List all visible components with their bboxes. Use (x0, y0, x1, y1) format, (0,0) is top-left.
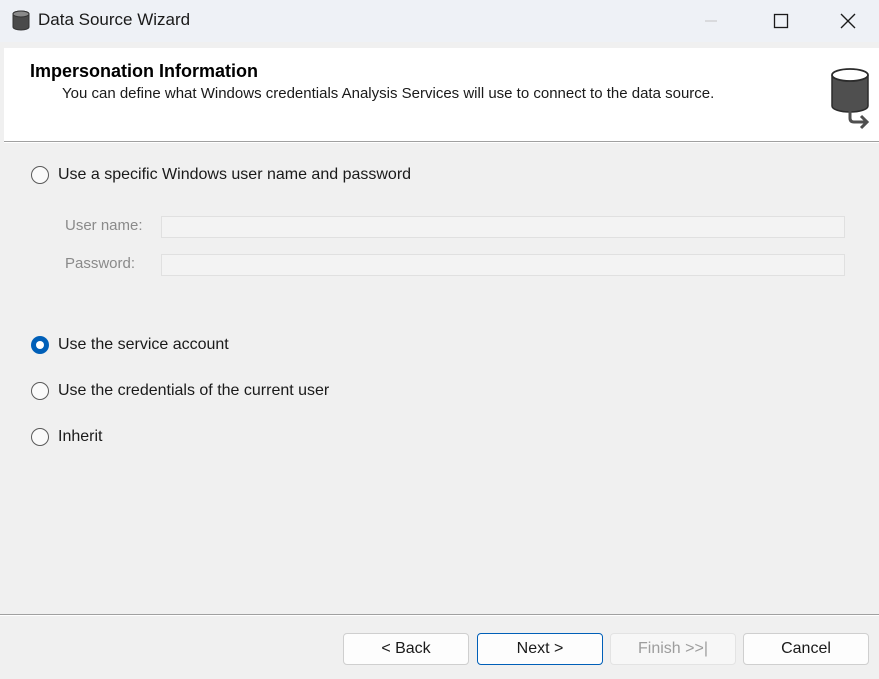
title-bar: Data Source Wizard (0, 0, 879, 42)
radio-service-account[interactable]: Use the service account (31, 334, 229, 356)
cancel-button[interactable]: Cancel (743, 633, 869, 665)
radio-button[interactable] (31, 428, 49, 446)
radio-button[interactable] (31, 166, 49, 184)
minimize-button[interactable] (676, 0, 746, 42)
close-button[interactable] (816, 0, 879, 42)
back-button[interactable]: < Back (343, 633, 469, 665)
radio-inherit[interactable]: Inherit (31, 426, 102, 448)
radio-label: Use a specific Windows user name and pas… (58, 166, 412, 183)
wizard-header: Impersonation Information You can define… (4, 48, 879, 141)
radio-label: Inherit (58, 428, 103, 445)
minimize-icon (705, 20, 717, 22)
radio-current-user[interactable]: Use the credentials of the current user (31, 380, 329, 402)
maximize-button[interactable] (746, 0, 816, 42)
page-description: You can define what Windows credentials … (62, 85, 715, 102)
radio-button[interactable] (31, 382, 49, 400)
next-button[interactable]: Next > (477, 633, 603, 665)
password-input[interactable] (161, 254, 845, 276)
page-title: Impersonation Information (30, 61, 259, 81)
username-label: User name: (65, 217, 143, 234)
database-icon (12, 10, 30, 31)
maximize-icon (773, 13, 789, 29)
database-arrow-icon (831, 68, 870, 130)
radio-specific-user[interactable]: Use a specific Windows user name and pas… (31, 164, 411, 186)
close-icon (840, 13, 855, 29)
radio-label: Use the credentials of the current user (58, 382, 330, 399)
radio-label: Use the service account (58, 336, 229, 353)
password-label: Password: (65, 255, 136, 272)
radio-button-checked[interactable] (31, 336, 49, 354)
username-input[interactable] (161, 216, 845, 238)
window-title: Data Source Wizard (38, 10, 191, 29)
finish-button[interactable]: Finish >>| (610, 633, 736, 665)
